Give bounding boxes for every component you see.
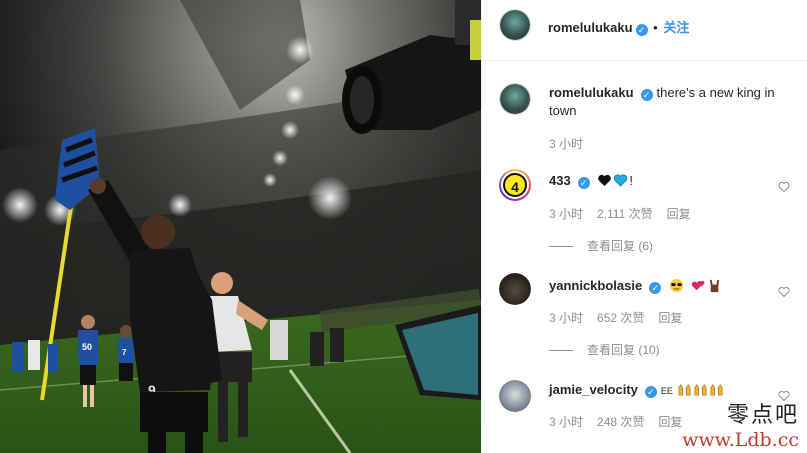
- like-heart-icon[interactable]: [778, 390, 790, 402]
- replies-divider-line: [549, 246, 573, 248]
- view-replies-label: 查看回复 (10): [587, 343, 660, 357]
- raising-hands-emoji: [710, 384, 722, 396]
- comment-meta: 3 小时 2,111 次赞 回复: [549, 205, 705, 222]
- post-sidebar: romelulukaku ✓ • 关注 romelulukaku ✓ there's …: [481, 0, 807, 453]
- comment-username[interactable]: 433: [549, 173, 571, 188]
- comment-time[interactable]: 3 小时: [549, 311, 583, 325]
- sparkling-hearts-emoji: [691, 280, 705, 291]
- caption-text-block: romelulukaku ✓ there's a new king in town: [549, 84, 785, 120]
- blue-heart-emoji: [614, 174, 628, 187]
- comment-username[interactable]: jamie_velocity: [549, 382, 638, 397]
- comment-likes[interactable]: 2,111 次赞: [597, 207, 653, 221]
- stadium-scene: 50 7 9 INTER: [0, 0, 481, 453]
- verified-badge-icon: ✓: [635, 24, 648, 36]
- comment-text-block: yannickbolasie ✓: [549, 277, 785, 295]
- verified-badge-icon: ✓: [644, 386, 657, 398]
- comment-time[interactable]: 3 小时: [549, 207, 583, 221]
- verified-badge-icon: ✓: [640, 89, 653, 101]
- comment-text-block: jamie_velocity ✓ EE: [549, 381, 785, 400]
- svg-text:7: 7: [122, 348, 127, 357]
- comment-likes[interactable]: 652 次赞: [597, 311, 644, 325]
- raising-hands-emoji: [694, 384, 706, 396]
- sunglasses-emoji: [669, 278, 683, 293]
- like-heart-icon[interactable]: [778, 286, 790, 298]
- svg-text:50: 50: [82, 342, 92, 352]
- reply-button[interactable]: 回复: [667, 207, 691, 221]
- view-replies-button[interactable]: 查看回复 (6): [549, 237, 653, 254]
- comment-username[interactable]: yannickbolasie: [549, 278, 642, 293]
- watermark-title: 零点吧: [726, 403, 799, 428]
- replies-divider-line: [549, 350, 573, 352]
- black-heart-emoji: [598, 174, 612, 187]
- caption-username[interactable]: romelulukaku: [549, 85, 634, 100]
- view-replies-button[interactable]: 查看回复 (10): [549, 341, 660, 358]
- comment-text-block: 433 ✓ !: [549, 172, 785, 190]
- comment-avatar-yannickbolasie[interactable]: [499, 273, 531, 305]
- author-username[interactable]: romelulukaku: [548, 20, 633, 35]
- comment-avatar-433[interactable]: 4: [499, 169, 531, 201]
- header-line: romelulukaku ✓ • 关注: [548, 17, 689, 36]
- comment-time[interactable]: 3 小时: [549, 415, 583, 429]
- verified-badge-icon: ✓: [577, 177, 590, 189]
- caption-avatar[interactable]: [499, 83, 531, 115]
- watermark-url: www.Ldb.cc: [682, 429, 799, 451]
- view-replies-label: 查看回复 (6): [587, 239, 654, 253]
- post-header: romelulukaku ✓ • 关注: [482, 0, 807, 61]
- horns-hand-emoji: [709, 279, 720, 293]
- verified-badge-icon: ✓: [649, 282, 662, 294]
- site-watermark: 零点吧 www.Ldb.cc: [669, 403, 799, 453]
- raising-hands-emoji: [678, 384, 690, 396]
- reply-button[interactable]: 回复: [658, 311, 682, 325]
- like-heart-icon[interactable]: [778, 181, 790, 193]
- comment-text: !: [629, 173, 633, 188]
- svg-text:INTER: INTER: [222, 321, 243, 328]
- comment-likes[interactable]: 248 次赞: [597, 415, 644, 429]
- author-avatar[interactable]: [499, 9, 531, 41]
- caption-meta: 3 小时: [549, 135, 597, 152]
- caption-time[interactable]: 3 小时: [549, 137, 583, 151]
- separator-dot: •: [653, 20, 658, 35]
- follow-button[interactable]: 关注: [663, 20, 689, 35]
- comment-meta: 3 小时 652 次赞 回复: [549, 309, 696, 326]
- avatar-badge-text: 4: [503, 173, 527, 197]
- comment-text: EE: [660, 386, 673, 396]
- post-photo[interactable]: 50 7 9 INTER: [0, 0, 481, 453]
- comment-avatar-jamie_velocity[interactable]: [499, 380, 531, 412]
